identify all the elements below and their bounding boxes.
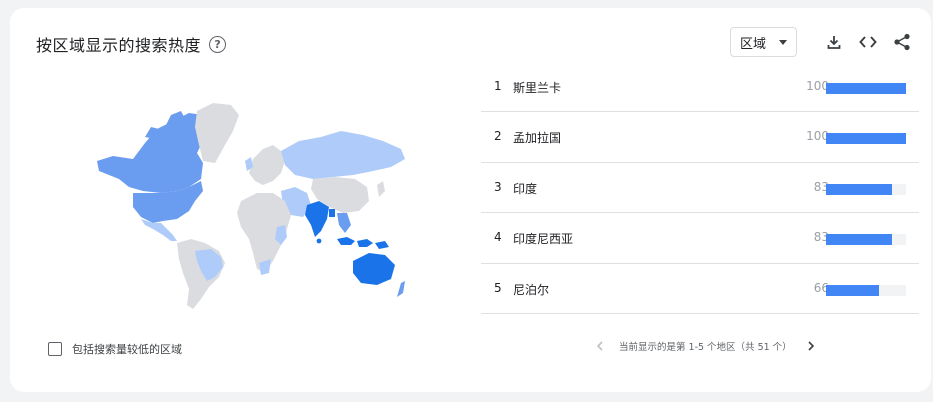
map-sri-lanka[interactable] [316, 238, 322, 244]
map-australia[interactable] [353, 253, 395, 285]
low-volume-checkbox-label: 包括搜索量较低的区域 [72, 343, 182, 356]
region-bar-track [826, 284, 906, 296]
chevron-left-icon[interactable] [595, 341, 605, 351]
region-bar-fill [826, 234, 893, 246]
card-controls: 区域 [730, 27, 913, 57]
map-canada[interactable] [97, 113, 203, 193]
region-rank: 5 [494, 280, 502, 295]
region-rank: 4 [494, 230, 502, 245]
code-icon [859, 36, 877, 48]
embed-button[interactable] [857, 31, 879, 53]
region-interest-card: 按区域显示的搜索热度 ? 区域 包括搜索量较低的区域 1 斯里兰卡 100 2 … [10, 8, 931, 392]
chevron-right-icon[interactable] [806, 341, 816, 351]
region-row[interactable]: 1 斯里兰卡 100 [481, 62, 919, 113]
region-row[interactable]: 5 尼泊尔 66 [481, 264, 919, 314]
region-row[interactable]: 3 印度 83 [481, 163, 919, 214]
map-indonesia[interactable] [337, 237, 389, 249]
map-india[interactable] [305, 201, 329, 237]
pagination-text: 当前显示的是第 1-5 个地区（共 51 个） [619, 342, 792, 353]
card-header: 按区域显示的搜索热度 ? [36, 32, 227, 56]
share-button[interactable] [891, 31, 913, 53]
region-name[interactable]: 印度尼西亚 [513, 230, 573, 247]
map-south-america[interactable] [177, 239, 225, 309]
map-mexico[interactable] [141, 219, 177, 241]
map-southeast-asia[interactable] [337, 213, 351, 233]
region-bar-track [826, 183, 906, 195]
download-button[interactable] [823, 31, 845, 53]
help-icon[interactable]: ? [209, 35, 227, 53]
region-bar-track [826, 234, 906, 246]
share-icon [894, 33, 910, 51]
region-rank: 1 [494, 79, 502, 93]
region-bar-fill [826, 183, 893, 195]
map-bangladesh[interactable] [329, 209, 335, 217]
region-rank: 3 [494, 179, 502, 194]
pagination: 当前显示的是第 1-5 个地区（共 51 个） [595, 339, 816, 353]
region-row[interactable]: 2 孟加拉国 100 [481, 112, 919, 163]
region-name[interactable]: 印度 [513, 180, 537, 197]
low-volume-checkbox[interactable] [48, 342, 62, 356]
region-bar-track [826, 83, 906, 94]
map-greenland[interactable] [195, 103, 239, 163]
region-bar-track [826, 133, 906, 145]
region-rank: 2 [494, 129, 502, 144]
region-bar-fill [826, 133, 906, 145]
region-bar-fill [826, 284, 879, 296]
card-title: 按区域显示的搜索热度 [36, 36, 202, 55]
map-russia[interactable] [281, 131, 405, 179]
region-name[interactable]: 孟加拉国 [513, 129, 561, 146]
map-europe[interactable] [249, 145, 285, 185]
resolution-select-value: 区域 [740, 36, 767, 52]
region-row[interactable]: 4 印度尼西亚 83 [481, 213, 919, 264]
low-volume-checkbox-row[interactable]: 包括搜索量较低的区域 [48, 341, 182, 357]
map-japan[interactable] [377, 181, 385, 197]
caret-down-icon [779, 40, 787, 45]
region-bar-fill [826, 83, 906, 94]
world-map[interactable] [85, 101, 410, 311]
download-icon [827, 36, 841, 49]
region-name[interactable]: 斯里兰卡 [513, 79, 561, 96]
region-name[interactable]: 尼泊尔 [513, 281, 549, 298]
resolution-select[interactable]: 区域 [730, 27, 797, 57]
map-new-zealand[interactable] [397, 281, 405, 297]
region-ranking-list: 1 斯里兰卡 100 2 孟加拉国 100 3 印度 83 4 印度尼西亚 83… [481, 62, 919, 314]
